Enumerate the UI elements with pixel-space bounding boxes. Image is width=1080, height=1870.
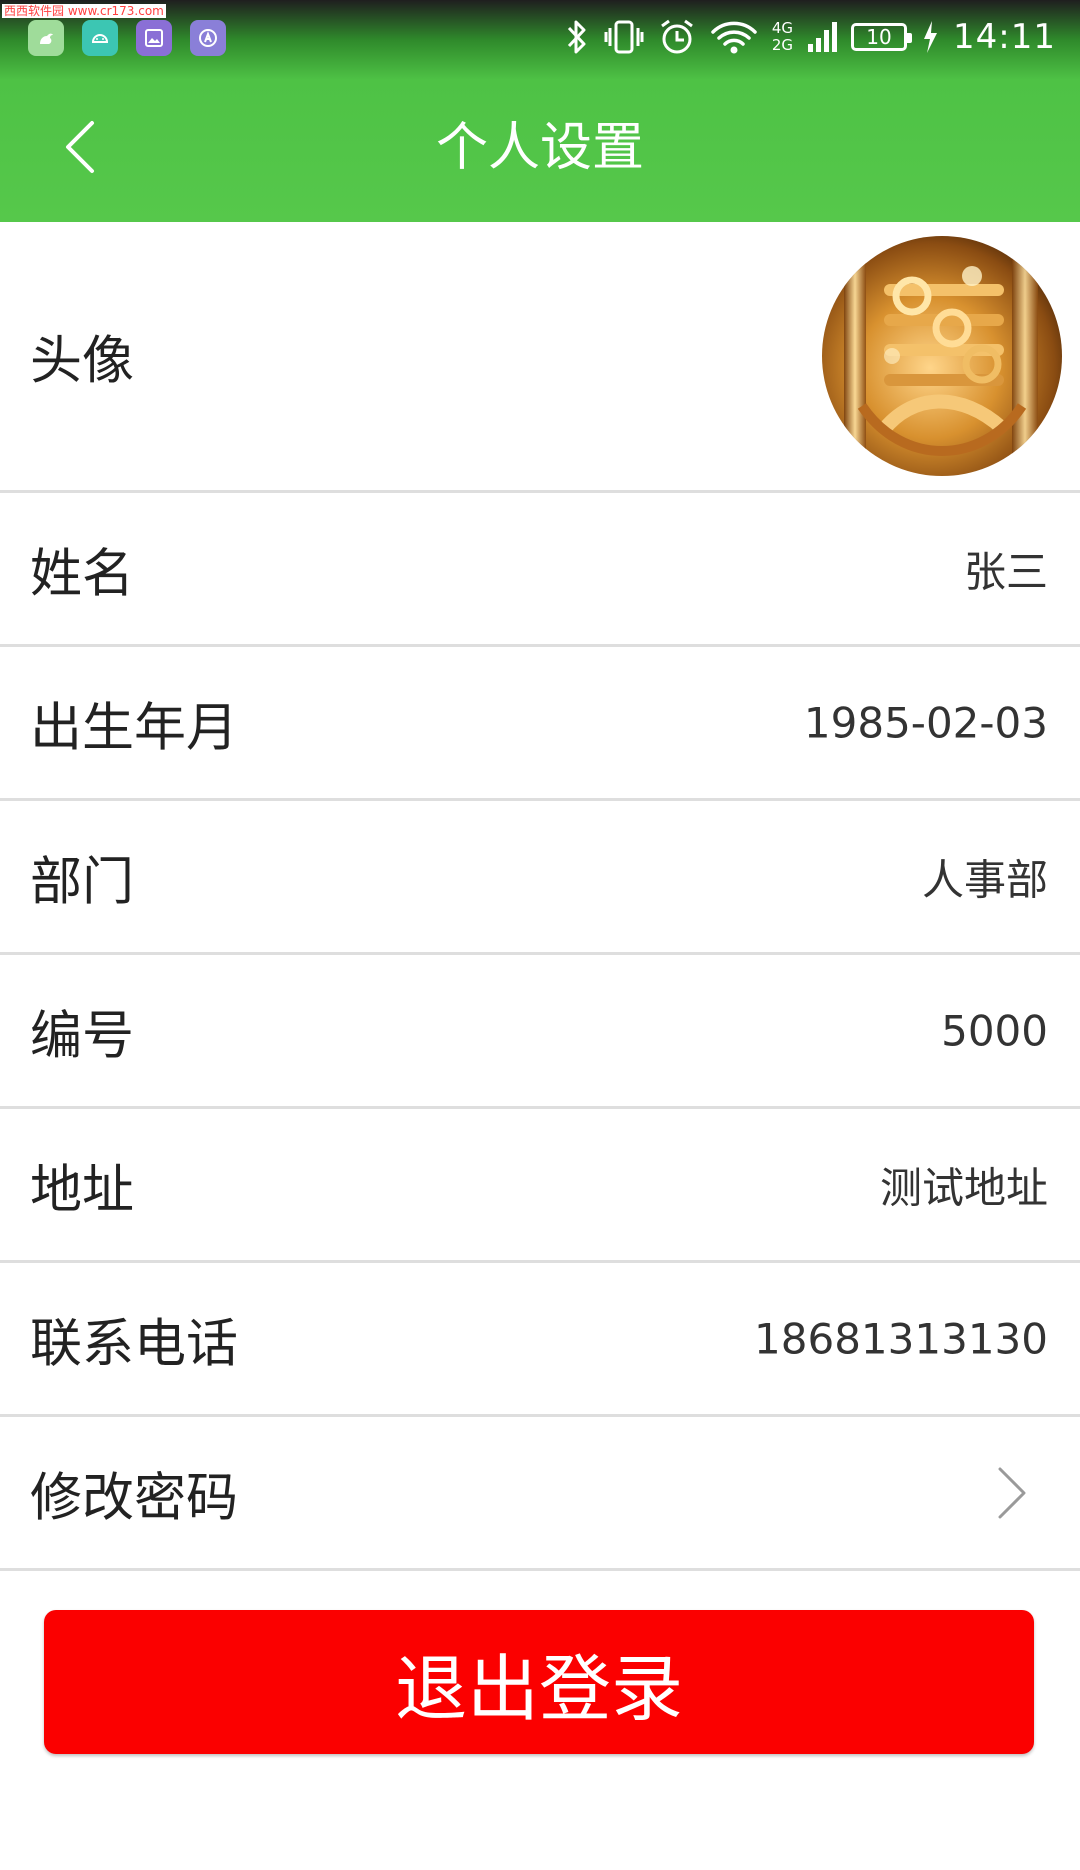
app-store-icon [190,20,226,56]
phone-label: 联系电话 [30,1314,239,1374]
employee-id-label: 编号 [30,1006,135,1066]
address-label: 地址 [30,1160,135,1220]
name-row[interactable]: 姓名 张三 [0,493,1080,647]
network-type-top: 4G [771,19,794,37]
battery-level: 10 [866,25,892,49]
signal-icon [808,22,838,52]
department-value: 人事部 [921,855,1048,904]
avatar[interactable] [822,236,1062,476]
bluetooth-icon [567,20,586,54]
settings-list: 头像 姓名 张三 出生年月 1985-02-03 部门 人事部 编号 5000 … [0,222,1080,1571]
department-row[interactable]: 部门 人事部 [0,801,1080,955]
phone-value: 18681313130 [754,1314,1048,1363]
name-value: 张三 [963,547,1048,596]
name-label: 姓名 [30,544,135,604]
page-title: 个人设置 [435,118,644,178]
avatar-row[interactable]: 头像 [0,222,1080,493]
title-bar: 个人设置 [0,72,1080,222]
vibrate-icon [604,20,644,54]
department-label: 部门 [30,852,135,912]
battery-indicator: 10 [851,23,913,51]
chevron-right-icon [998,1467,1026,1518]
status-indicators: 4G 2G 10 14:11 [564,12,1056,62]
employee-id-value: 5000 [941,1006,1048,1055]
alarm-icon [660,19,693,54]
avatar-label: 头像 [30,331,135,392]
avatar-image [822,236,1062,476]
birth-value: 1985-02-03 [803,698,1048,747]
status-time: 14:11 [953,17,1056,57]
address-value: 测试地址 [879,1163,1048,1212]
birth-label: 出生年月 [30,698,239,758]
watermark-text: 西西软件园 www.cr173.com [2,4,166,18]
status-bar: 西西软件园 www.cr173.com 4G 2G 10 14:11 [0,0,1080,72]
address-row[interactable]: 地址 测试地址 [0,1109,1080,1263]
charging-icon [924,21,938,53]
change-password-row[interactable]: 修改密码 [0,1417,1080,1571]
app-header: 西西软件园 www.cr173.com 4G 2G 10 14:11 个人设置 [0,0,1080,222]
app-icon-squirrel [28,20,64,56]
logout-button[interactable]: 退出登录 [44,1610,1034,1754]
change-password-label: 修改密码 [30,1468,239,1528]
employee-id-row[interactable]: 编号 5000 [0,955,1080,1109]
phone-row[interactable]: 联系电话 18681313130 [0,1263,1080,1417]
wifi-icon [711,21,757,54]
gallery-icon [136,20,172,56]
notification-app-icons [28,20,226,56]
network-type-bottom: 2G [771,36,794,54]
birth-row[interactable]: 出生年月 1985-02-03 [0,647,1080,801]
android-icon [82,20,118,56]
network-type: 4G 2G [772,20,793,54]
